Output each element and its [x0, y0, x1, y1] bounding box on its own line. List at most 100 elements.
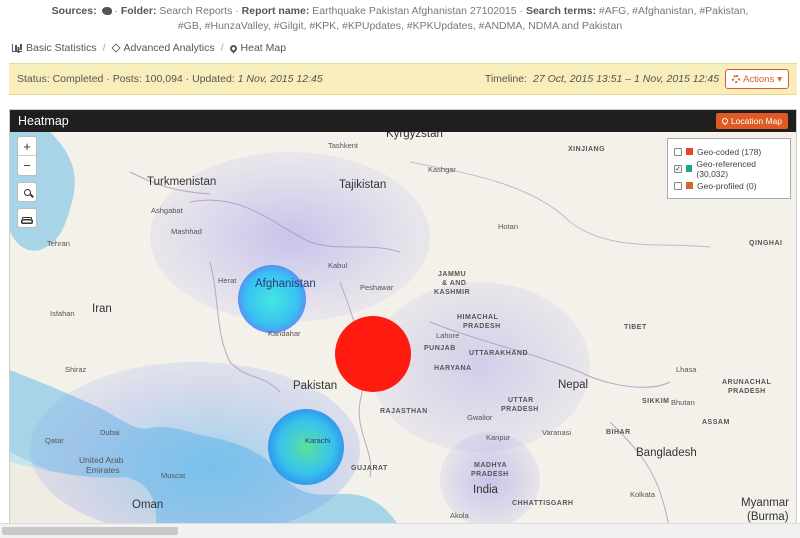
map-label-tajikistan: Tajikistan	[339, 179, 387, 191]
map-label-oman: Oman	[132, 499, 164, 511]
map-label-varanasi: Varanasi	[542, 428, 572, 437]
legend-item-geo-referenced[interactable]: ✓ Geo-referenced (30,032)	[674, 159, 784, 179]
map-label-hotan: Hotan	[498, 222, 519, 231]
map-label-rajasthan: RAJASTHAN	[380, 408, 428, 415]
map-label-up-2: PRADESH	[501, 406, 539, 413]
heatmap-map[interactable]: Kyrgyzstan Tashkent XINJIANG Kashgar Tur…	[10, 132, 796, 537]
panel-title: Heatmap	[18, 114, 69, 128]
map-label-karachi: Karachi	[305, 436, 331, 445]
heatmap-panel: Heatmap Location Map Kyrgyzstan Tashkent…	[9, 109, 797, 538]
breadcrumb-advanced-analytics[interactable]: Advanced Analytics	[111, 42, 215, 54]
map-label-tehran: Tehran	[47, 239, 70, 248]
cube-icon	[111, 43, 121, 53]
folder-label: Folder:	[120, 5, 157, 17]
map-label-lahore: Lahore	[436, 331, 460, 340]
map-label-xinjiang: XINJIANG	[568, 146, 606, 153]
map-label-isfahan: Isfahan	[50, 309, 75, 318]
location-map-button[interactable]: Location Map	[715, 113, 788, 129]
scrollbar-thumb[interactable]	[2, 527, 178, 535]
map-label-nepal: Nepal	[558, 379, 589, 391]
caret-down-icon: ▾	[777, 73, 782, 85]
map-label-punjab: PUNJAB	[424, 345, 456, 352]
map-label-bihar: BIHAR	[606, 429, 631, 436]
map-label-kyrgyzstan: Kyrgyzstan	[386, 132, 443, 140]
report-name-value: Earthquake Pakistan Afghanistan 27102015	[312, 5, 517, 17]
map-label-qatar: Qatar	[45, 436, 64, 445]
map-label-myanmar: Myanmar	[741, 497, 789, 509]
zoom-out-button[interactable]: −	[18, 156, 36, 175]
heat-blob-afghanistan	[238, 265, 306, 333]
map-label-iran: Iran	[92, 303, 112, 315]
twitter-icon	[101, 7, 112, 15]
map-label-lhasa: Lhasa	[676, 365, 697, 374]
status-summary: Status: Completed · Posts: 100,094 · Upd…	[17, 73, 323, 85]
map-label-bhutan: Bhutan	[671, 398, 695, 407]
layers-button[interactable]	[17, 208, 37, 228]
breadcrumb-heat-map: Heat Map	[228, 42, 286, 54]
map-legend: Geo-coded (178) ✓ Geo-referenced (30,032…	[667, 138, 791, 199]
map-label-kanpur: Kanpur	[486, 433, 511, 442]
map-label-mashhad: Mashhad	[171, 227, 202, 236]
map-label-burma: (Burma)	[747, 511, 789, 523]
legend-swatch	[686, 182, 693, 189]
map-label-mp-2: PRADESH	[471, 471, 509, 478]
map-pin-icon	[720, 116, 730, 126]
map-label-dubai: Dubai	[100, 428, 120, 437]
map-label-chhattisgarh: CHHATTISGARH	[512, 500, 574, 507]
report-sources-line: Sources: · Folder: Search Reports · Repo…	[51, 5, 749, 32]
gear-icon	[732, 75, 741, 83]
breadcrumb-basic-statistics[interactable]: Basic Statistics	[12, 42, 97, 54]
legend-swatch	[685, 165, 693, 172]
map-label-bangladesh: Bangladesh	[636, 447, 697, 459]
actions-dropdown-button[interactable]: Actions ▾	[725, 69, 789, 89]
map-label-uttarakhand: UTTARAKHAND	[469, 350, 529, 357]
map-label-kandahar: Kandahar	[268, 329, 301, 338]
map-label-hp-2: PRADESH	[463, 323, 501, 330]
map-label-uae-2: Emirates	[86, 465, 120, 475]
folder-value: Search Reports	[159, 5, 233, 17]
checkbox-geo-coded[interactable]	[674, 147, 682, 156]
map-label-haryana: HARYANA	[434, 365, 472, 372]
map-label-sikkim: SIKKIM	[642, 398, 670, 405]
map-label-afghanistan: Afghanistan	[255, 278, 316, 290]
checkbox-geo-referenced[interactable]: ✓	[674, 164, 682, 173]
map-label-kabul: Kabul	[328, 261, 348, 270]
heat-blob-karachi	[268, 409, 344, 485]
timeline: Timeline: 27 Oct, 2015 13:51 – 1 Nov, 20…	[485, 69, 789, 89]
report-name-label: Report name:	[241, 5, 310, 17]
map-search-button[interactable]	[17, 182, 37, 202]
map-label-herat: Herat	[218, 276, 237, 285]
map-label-jk-3: KASHMIR	[434, 289, 471, 296]
map-label-qinghai: QINGHAI	[749, 240, 783, 247]
legend-item-geo-coded[interactable]: Geo-coded (178)	[674, 143, 784, 160]
map-label-kashgar: Kashgar	[428, 165, 456, 174]
map-label-muscat: Muscat	[161, 471, 186, 480]
map-label-ashgabat: Ashgabat	[151, 206, 183, 215]
map-label-shiraz: Shiraz	[65, 365, 87, 374]
map-label-india: India	[473, 484, 498, 496]
map-label-peshawar: Peshawar	[360, 283, 394, 292]
map-label-kolkata: Kolkata	[630, 490, 656, 499]
breadcrumb: Basic Statistics / Advanced Analytics / …	[12, 42, 286, 54]
legend-item-geo-profiled[interactable]: Geo-profiled (0)	[674, 177, 784, 194]
layers-icon	[22, 216, 32, 220]
map-label-pakistan: Pakistan	[293, 380, 338, 392]
map-pin-icon	[228, 43, 238, 53]
map-label-arunachal-2: PRADESH	[728, 388, 766, 395]
sources-label: Sources:	[51, 5, 97, 17]
horizontal-scrollbar[interactable]	[0, 523, 800, 538]
map-label-tashkent: Tashkent	[328, 141, 359, 150]
heat-blob-epicenter	[335, 316, 411, 392]
search-terms-label: Search terms:	[525, 5, 596, 17]
updated-date: 1 Nov, 2015 12:45	[237, 73, 323, 85]
legend-swatch	[686, 148, 693, 155]
heatmap-panel-header: Heatmap Location Map	[10, 110, 796, 132]
map-label-tibet: TIBET	[624, 324, 647, 331]
status-bar: Status: Completed · Posts: 100,094 · Upd…	[9, 63, 797, 95]
zoom-control: + −	[17, 136, 37, 176]
map-label-turkmenistan: Turkmenistan	[147, 176, 217, 188]
map-label-gwalior: Gwalior	[467, 413, 493, 422]
bar-chart-icon	[12, 44, 22, 52]
zoom-in-button[interactable]: +	[18, 137, 36, 156]
checkbox-geo-profiled[interactable]	[674, 181, 682, 190]
